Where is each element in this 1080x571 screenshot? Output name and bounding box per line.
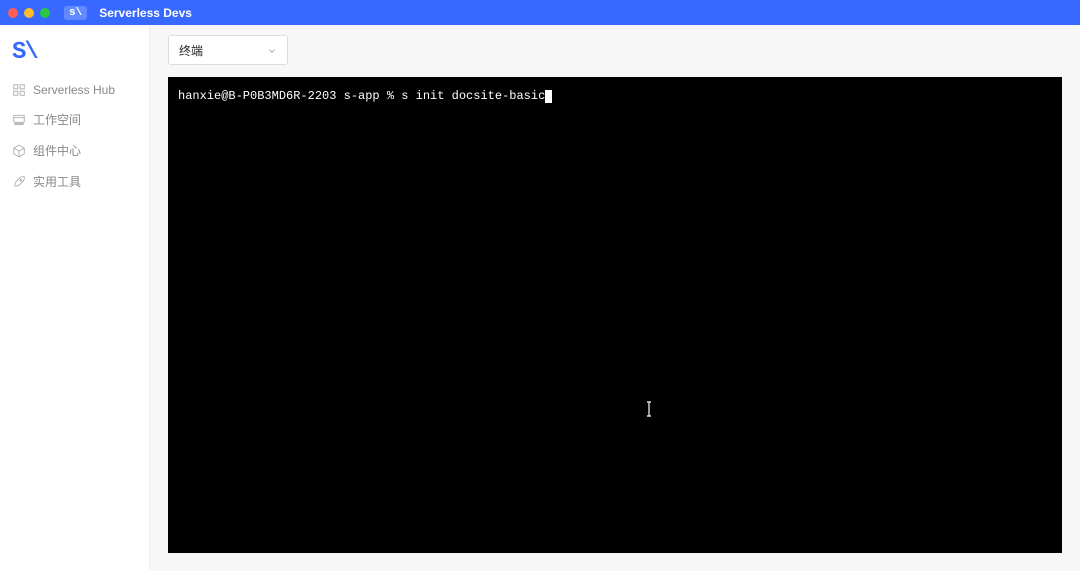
text-cursor-icon (643, 402, 655, 416)
titlebar: s\ Serverless Devs (0, 0, 1080, 25)
main-panel: 终端 hanxie@B-P0B3MD6R-2203 s-app % s init… (150, 25, 1080, 571)
terminal-prompt: hanxie@B-P0B3MD6R-2203 s-app % (178, 87, 401, 105)
chevron-down-icon (267, 45, 277, 55)
window-controls (8, 8, 50, 18)
sidebar-item-label: Serverless Hub (33, 83, 115, 97)
mode-selector-label: 终端 (179, 42, 203, 59)
sidebar-item-workspace[interactable]: 工作空间 (0, 104, 149, 135)
minimize-window-button[interactable] (24, 8, 34, 18)
app-title: Serverless Devs (99, 6, 192, 20)
terminal-command: s init docsite-basic (401, 87, 545, 105)
terminal[interactable]: hanxie@B-P0B3MD6R-2203 s-app % s init do… (168, 77, 1062, 553)
maximize-window-button[interactable] (40, 8, 50, 18)
sidebar-item-serverless-hub[interactable]: Serverless Hub (0, 76, 149, 104)
box-icon (12, 144, 26, 158)
sidebar-item-label: 组件中心 (33, 142, 81, 159)
sidebar-item-components[interactable]: 组件中心 (0, 135, 149, 166)
rocket-icon (12, 175, 26, 189)
terminal-line: hanxie@B-P0B3MD6R-2203 s-app % s init do… (178, 87, 1052, 105)
close-window-button[interactable] (8, 8, 18, 18)
app-badge: s\ (64, 6, 87, 20)
terminal-cursor (545, 90, 552, 103)
sidebar-item-tools[interactable]: 实用工具 (0, 166, 149, 197)
sidebar-item-label: 工作空间 (33, 111, 81, 128)
sidebar: S\ Serverless Hub 工作空间 组件中心 实用工具 (0, 25, 150, 571)
sidebar-item-label: 实用工具 (33, 173, 81, 190)
workspace-icon (12, 113, 26, 127)
body: S\ Serverless Hub 工作空间 组件中心 实用工具 (0, 25, 1080, 571)
mode-selector[interactable]: 终端 (168, 35, 288, 65)
apps-grid-icon (12, 83, 26, 97)
sidebar-logo: S\ (0, 35, 149, 76)
